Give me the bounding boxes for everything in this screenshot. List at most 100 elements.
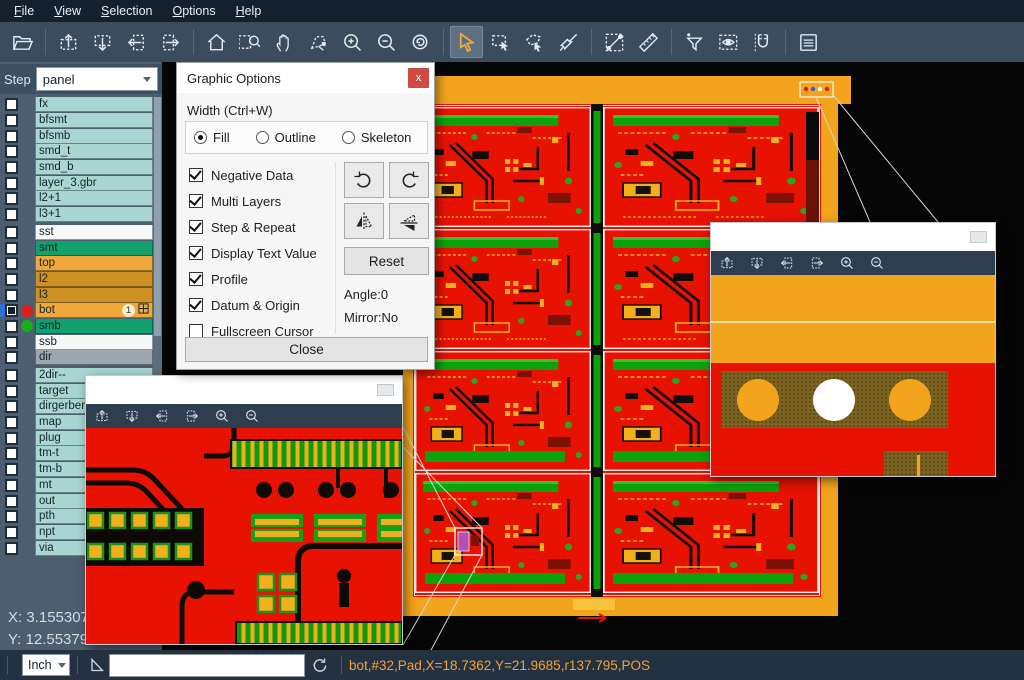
- menu-item[interactable]: Selection: [91, 1, 162, 21]
- width-radio[interactable]: Outline: [256, 130, 316, 145]
- zoom-out-icon[interactable]: [244, 408, 260, 424]
- layer-visibility-checkbox[interactable]: [5, 416, 18, 429]
- menu-item[interactable]: Help: [226, 1, 272, 21]
- layer-visibility-checkbox[interactable]: [5, 369, 18, 382]
- radio-icon[interactable]: [256, 131, 269, 144]
- selected-pad[interactable]: [458, 532, 469, 551]
- pan-right-icon[interactable]: [809, 255, 825, 271]
- checkbox-icon[interactable]: [189, 194, 203, 208]
- zoom-in-icon[interactable]: [336, 26, 369, 58]
- width-radio[interactable]: Skeleton: [342, 130, 412, 145]
- layer-visibility-checkbox[interactable]: [5, 510, 18, 523]
- pan-left-icon[interactable]: [154, 408, 170, 424]
- layer-row[interactable]: l3: [0, 287, 153, 303]
- layer-visibility-checkbox[interactable]: [5, 385, 18, 398]
- radio-icon[interactable]: [194, 131, 207, 144]
- rotate-ccw-button[interactable]: [389, 162, 429, 198]
- zoom-in-icon[interactable]: [839, 255, 855, 271]
- select-polygon-icon[interactable]: [518, 26, 551, 58]
- layer-row[interactable]: bot1: [0, 303, 153, 319]
- layer-visibility-checkbox[interactable]: [5, 526, 18, 539]
- layer-row[interactable]: smb: [0, 319, 153, 335]
- vertex-edit-icon[interactable]: [302, 26, 335, 58]
- layer-visibility-checkbox[interactable]: [5, 226, 18, 239]
- layer-row[interactable]: smd_t: [0, 144, 153, 160]
- checkbox-icon[interactable]: [189, 246, 203, 260]
- zoom-float-window-2[interactable]: [710, 222, 996, 477]
- select-rect-icon[interactable]: [484, 26, 517, 58]
- dialog-checkbox-row[interactable]: Datum & Origin: [189, 292, 317, 318]
- pan-right-icon[interactable]: [184, 408, 200, 424]
- mirror-horizontal-button[interactable]: [389, 203, 429, 239]
- layer-row[interactable]: top: [0, 256, 153, 272]
- layer-visibility-checkbox[interactable]: [5, 161, 18, 174]
- layer-visibility-checkbox[interactable]: [5, 273, 18, 286]
- layer-visibility-checkbox[interactable]: [5, 479, 18, 492]
- filter-icon[interactable]: [678, 26, 711, 58]
- dialog-checkbox-row[interactable]: Multi Layers: [189, 188, 317, 214]
- menu-item[interactable]: View: [44, 1, 91, 21]
- layer-row[interactable]: l2+1: [0, 191, 153, 207]
- layer-visibility-checkbox[interactable]: [5, 242, 18, 255]
- dialog-checkbox-row[interactable]: Display Text Value: [189, 240, 317, 266]
- layer-row[interactable]: sst: [0, 225, 153, 241]
- layer-row[interactable]: bfsmt: [0, 113, 153, 129]
- layer-row[interactable]: smt: [0, 240, 153, 256]
- mirror-vertical-button[interactable]: [344, 203, 384, 239]
- layer-visibility-checkbox[interactable]: [5, 289, 18, 302]
- pan-left-icon[interactable]: [120, 26, 153, 58]
- dialog-checkbox-row[interactable]: Negative Data: [189, 162, 317, 188]
- layer-visibility-checkbox[interactable]: [5, 400, 18, 413]
- layer-visibility-checkbox[interactable]: [5, 304, 18, 317]
- layer-visibility-checkbox[interactable]: [5, 336, 18, 349]
- clean-brush-icon[interactable]: [552, 26, 585, 58]
- layer-visibility-checkbox[interactable]: [5, 432, 18, 445]
- checkbox-icon[interactable]: [189, 220, 203, 234]
- layer-row[interactable]: fx: [0, 97, 153, 113]
- layer-visibility-checkbox[interactable]: [5, 130, 18, 143]
- layer-visibility-checkbox[interactable]: [5, 463, 18, 476]
- layer-visibility-checkbox[interactable]: [5, 98, 18, 111]
- zoom-in-icon[interactable]: [214, 408, 230, 424]
- open-file-icon[interactable]: [6, 26, 39, 58]
- zoom-out-icon[interactable]: [370, 26, 403, 58]
- layer-visibility-checkbox[interactable]: [5, 114, 18, 127]
- layer-row[interactable]: dir: [0, 350, 153, 366]
- zoom-view-2[interactable]: [711, 275, 995, 476]
- layer-visibility-checkbox[interactable]: [5, 495, 18, 508]
- layer-row[interactable]: ssb: [0, 334, 153, 350]
- layer-visibility-checkbox[interactable]: [5, 177, 18, 190]
- window-button-icon[interactable]: [377, 384, 394, 396]
- close-button[interactable]: Close: [185, 337, 428, 362]
- pan-right-icon[interactable]: [154, 26, 187, 58]
- refresh-icon[interactable]: [311, 657, 328, 674]
- pan-up-icon[interactable]: [719, 255, 735, 271]
- layer-row[interactable]: bfsmb: [0, 128, 153, 144]
- grid-icon[interactable]: [138, 303, 149, 317]
- pan-down-icon[interactable]: [124, 408, 140, 424]
- dialog-titlebar[interactable]: Graphic Options x: [177, 63, 434, 93]
- checkbox-icon[interactable]: [189, 272, 203, 286]
- layer-visibility-checkbox[interactable]: [5, 351, 18, 364]
- home-view-icon[interactable]: [200, 26, 233, 58]
- zoom-window-icon[interactable]: [234, 26, 267, 58]
- layer-visibility-checkbox[interactable]: [5, 320, 18, 333]
- dialog-checkbox-row[interactable]: Profile: [189, 266, 317, 292]
- ruler-icon[interactable]: [632, 26, 665, 58]
- rotate-cw-button[interactable]: [344, 162, 384, 198]
- pan-hand-icon[interactable]: [268, 26, 301, 58]
- layers-panel-icon[interactable]: [792, 26, 825, 58]
- menu-item[interactable]: File: [4, 1, 44, 21]
- scrollbar-thumb[interactable]: [154, 97, 161, 336]
- checkbox-icon[interactable]: [189, 324, 203, 338]
- checkbox-icon[interactable]: [189, 168, 203, 182]
- angle-mode-icon[interactable]: [89, 657, 105, 673]
- layer-visibility-checkbox[interactable]: [5, 208, 18, 221]
- menu-item[interactable]: Options: [162, 1, 225, 21]
- layer-row[interactable]: l3+1: [0, 207, 153, 223]
- layer-visibility-checkbox[interactable]: [5, 192, 18, 205]
- pan-left-icon[interactable]: [779, 255, 795, 271]
- pan-down-icon[interactable]: [86, 26, 119, 58]
- layer-visibility-checkbox[interactable]: [5, 542, 18, 555]
- layer-visibility-checkbox[interactable]: [5, 257, 18, 270]
